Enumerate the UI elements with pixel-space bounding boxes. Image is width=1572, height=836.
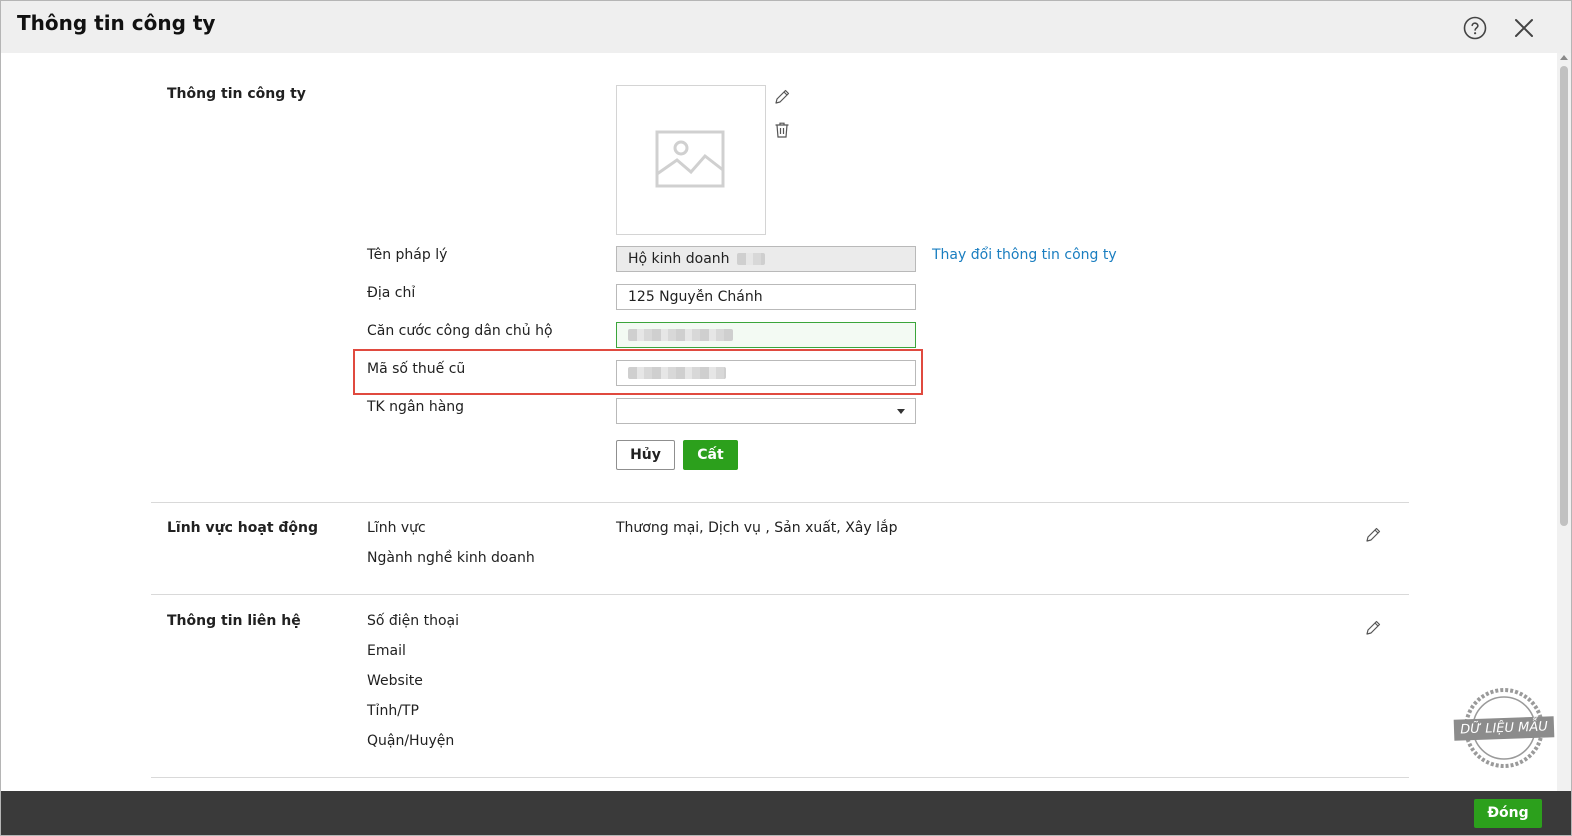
redacted-text	[736, 253, 765, 265]
scroll-thumb[interactable]	[1560, 66, 1568, 526]
email-label: Email	[367, 643, 406, 659]
company-info-dialog: Thông tin công ty Thông tin công ty Tên …	[0, 0, 1572, 836]
legal-name-label: Tên pháp lý	[367, 247, 448, 263]
legal-name-field: Hộ kinh doanh	[616, 246, 916, 272]
company-section-title: Thông tin công ty	[167, 86, 306, 102]
website-label: Website	[367, 673, 423, 689]
business-field-label: Lĩnh vực	[367, 520, 426, 536]
phone-label: Số điện thoại	[367, 613, 460, 629]
old-tax-code-input[interactable]	[616, 360, 916, 386]
cancel-button[interactable]: Hủy	[616, 440, 675, 470]
edit-business-icon[interactable]	[1363, 525, 1383, 545]
id-card-input[interactable]	[616, 322, 916, 348]
dialog-header: Thông tin công ty	[1, 1, 1571, 53]
close-icon[interactable]	[1512, 16, 1536, 40]
save-button[interactable]: Cất	[683, 440, 738, 470]
image-placeholder-icon	[655, 130, 725, 188]
id-card-label: Căn cước công dân chủ hộ	[367, 323, 553, 339]
close-button[interactable]: Đóng	[1474, 799, 1542, 828]
old-tax-code-label: Mã số thuế cũ	[367, 361, 466, 377]
company-logo[interactable]	[616, 85, 766, 235]
dialog-footer: Đóng	[1, 791, 1571, 835]
bank-account-label: TK ngân hàng	[367, 399, 465, 415]
redacted-text	[628, 329, 733, 341]
contact-section-title: Thông tin liên hệ	[167, 613, 301, 629]
province-label: Tỉnh/TP	[367, 703, 419, 719]
dialog-body: Thông tin công ty Tên pháp lý Hộ kinh do…	[1, 53, 1557, 791]
help-icon[interactable]	[1463, 16, 1487, 40]
caret-down-icon	[897, 409, 905, 414]
section-divider	[151, 594, 1409, 595]
dialog-title: Thông tin công ty	[17, 11, 216, 35]
edit-logo-icon[interactable]	[772, 87, 792, 107]
trash-icon[interactable]	[772, 120, 792, 140]
sample-data-stamp: DỮ LIỆU MẪU	[1453, 686, 1555, 770]
bank-account-select[interactable]	[616, 398, 916, 424]
business-field-value: Thương mại, Dịch vụ , Sản xuất, Xây lắp	[616, 520, 898, 536]
section-divider	[151, 502, 1409, 503]
scroll-up-icon[interactable]	[1560, 55, 1568, 60]
section-divider	[151, 777, 1409, 778]
legal-name-value: Hộ kinh doanh	[628, 251, 730, 267]
address-input[interactable]	[616, 284, 916, 310]
edit-contact-icon[interactable]	[1363, 618, 1383, 638]
district-label: Quận/Huyện	[367, 733, 455, 749]
redacted-text	[628, 367, 726, 379]
change-company-info-link[interactable]: Thay đổi thông tin công ty	[932, 247, 1117, 263]
stamp-text: DỮ LIỆU MẪU	[1453, 716, 1555, 741]
vertical-scrollbar[interactable]	[1557, 53, 1571, 791]
address-label: Địa chỉ	[367, 285, 416, 301]
industry-label: Ngành nghề kinh doanh	[367, 550, 535, 566]
business-section-title: Lĩnh vực hoạt động	[167, 520, 319, 536]
